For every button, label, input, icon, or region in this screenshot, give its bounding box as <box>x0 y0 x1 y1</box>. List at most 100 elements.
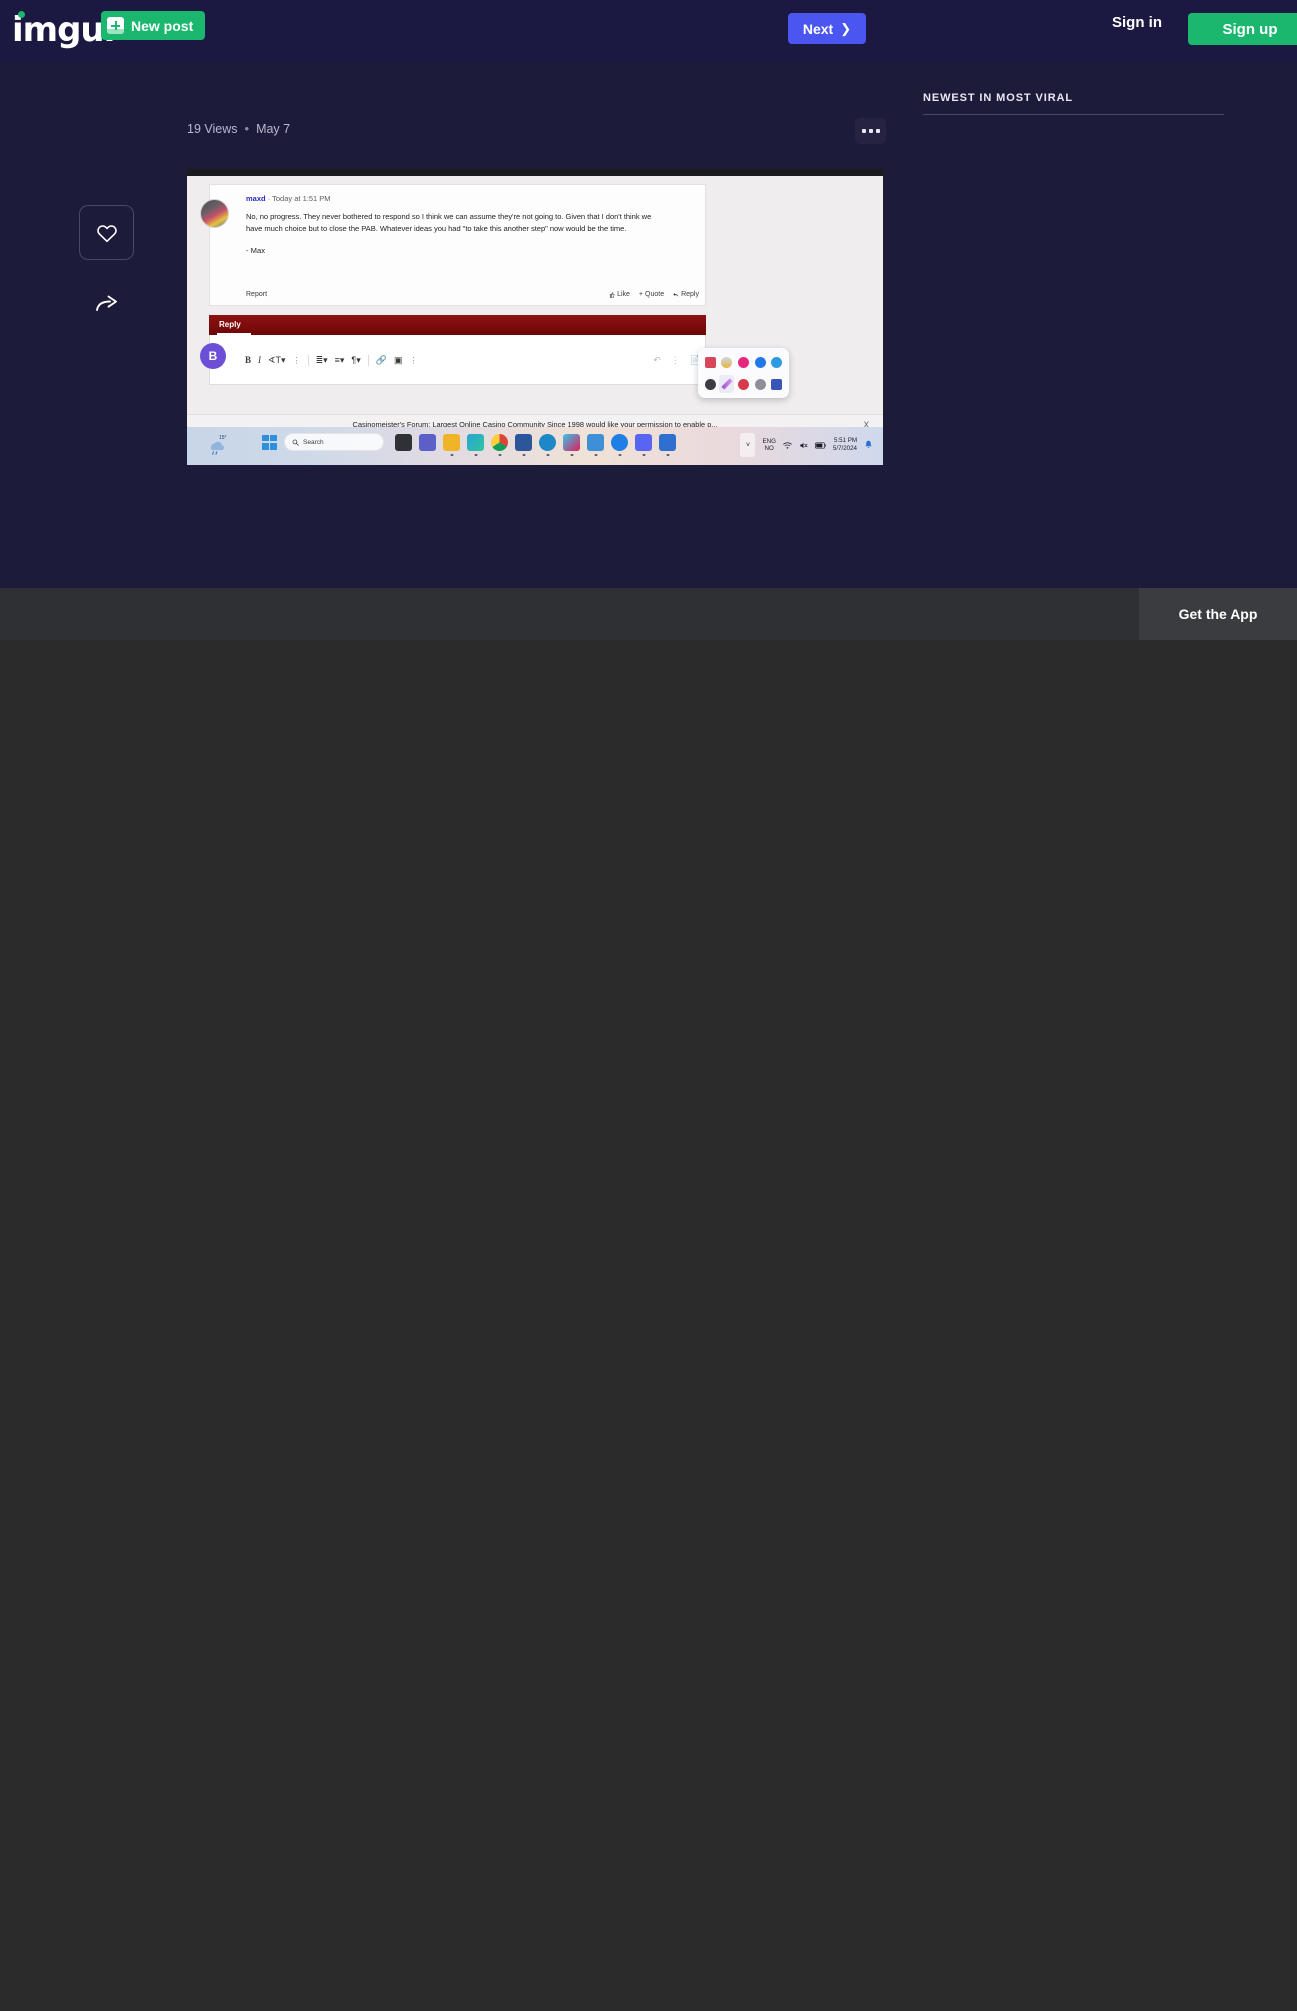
forum-timestamp: · Today at 1:51 PM <box>267 194 331 203</box>
editor-toolbar: B I ∢T▾ ⋮ ≣▾ ≡▾ ¶▾ 🔗 ▣ ⋮ ↶ ⋮ 📄 <box>245 349 701 371</box>
forum-post-header: maxd · Today at 1:51 PM <box>246 193 701 204</box>
app-launcher-panel[interactable] <box>698 348 789 398</box>
calendar-icon[interactable] <box>703 353 718 371</box>
favorite-button[interactable] <box>79 205 134 260</box>
image-icon[interactable]: ▣ <box>394 355 403 366</box>
get-app-bar: Get the App <box>0 588 1297 640</box>
forum-post-body-line-2: have much choice but to close the PAB. W… <box>246 223 627 233</box>
reply-tab-bar: Reply <box>209 315 706 335</box>
post-date: May 7 <box>256 121 291 136</box>
compass-icon[interactable] <box>539 433 556 451</box>
post-meta: 19 Views • May 7 <box>187 121 290 136</box>
sidebar-heading: NEWEST IN MOST VIRAL <box>923 92 1073 104</box>
bluetooth-icon[interactable] <box>753 353 768 371</box>
view-count: 19 Views <box>187 121 238 136</box>
word-icon[interactable] <box>515 433 532 451</box>
explorer-folder-icon[interactable] <box>443 433 460 451</box>
more-text-options-icon[interactable]: ⋮ <box>293 356 301 365</box>
new-post-button[interactable]: New post <box>101 11 206 40</box>
pen-icon[interactable] <box>719 375 735 393</box>
search-input[interactable]: Search <box>284 433 384 451</box>
windows-taskbar: 15° Search ˅ ENG NO 5:51 PM 5/7/2024 <box>187 427 883 465</box>
usb-device-icon[interactable] <box>587 433 604 451</box>
post-image[interactable]: maxd · Today at 1:51 PM No, no progress.… <box>187 169 883 465</box>
toolbar-divider <box>307 354 309 366</box>
weather-widget[interactable]: 15° <box>199 432 233 460</box>
slack-icon[interactable] <box>563 433 580 451</box>
next-button[interactable]: Next ❯ <box>788 13 866 44</box>
avatar <box>200 199 229 228</box>
sidebar-divider <box>923 114 1224 115</box>
wifi-icon[interactable] <box>783 441 792 450</box>
forum-page-body: maxd · Today at 1:51 PM No, no progress.… <box>187 176 883 434</box>
next-label: Next <box>802 20 834 37</box>
vertical-dots-icon[interactable]: ⋮ <box>671 355 680 366</box>
bold-icon[interactable]: B <box>245 355 251 365</box>
ellipsis-icon[interactable] <box>855 118 886 144</box>
link-icon[interactable]: 🔗 <box>376 355 387 366</box>
align-icon[interactable]: ≡▾ <box>335 355 345 366</box>
clock[interactable]: 5:51 PM 5/7/2024 <box>833 437 857 453</box>
app-launcher-row-1 <box>702 353 785 371</box>
plus-square-icon <box>107 17 124 34</box>
reply-button[interactable]: Reply <box>673 291 699 298</box>
messenger-icon[interactable] <box>611 433 628 451</box>
weather-temp: 15° <box>219 435 227 441</box>
file-explorer-icon[interactable] <box>395 433 412 451</box>
chrome-icon[interactable] <box>491 433 508 451</box>
chevron-right-icon: ❯ <box>840 21 852 36</box>
forum-post-card: maxd · Today at 1:51 PM No, no progress.… <box>200 184 706 306</box>
volume-mute-icon[interactable] <box>799 441 808 450</box>
sketch-icon[interactable] <box>659 433 676 451</box>
toolbar-divider <box>367 354 369 366</box>
paragraph-icon[interactable]: ¶▾ <box>351 355 360 366</box>
battery-icon[interactable] <box>814 441 826 449</box>
new-post-label: New post <box>131 17 194 34</box>
like-button[interactable]: Like <box>609 291 630 298</box>
heart-icon <box>96 224 117 242</box>
sign-up-button[interactable]: Sign up <box>1188 13 1297 45</box>
taskbar-apps <box>395 433 676 451</box>
photos-icon[interactable] <box>736 375 751 393</box>
language-indicator[interactable]: ENG NO <box>762 438 775 453</box>
font-size-icon[interactable]: ∢T▾ <box>268 355 286 366</box>
system-tray: ˅ ENG NO 5:51 PM 5/7/2024 <box>740 433 873 457</box>
reply-arrow-icon <box>673 292 679 297</box>
forum-username[interactable]: maxd <box>246 194 266 203</box>
editor-avatar: B <box>200 343 226 369</box>
get-the-app-button[interactable]: Get the App <box>1139 588 1297 640</box>
weather-icon[interactable] <box>719 353 734 371</box>
italic-icon[interactable]: I <box>258 355 261 365</box>
sign-in-button[interactable]: Sign in <box>1112 14 1162 31</box>
more-insert-options-icon[interactable]: ⋮ <box>410 356 418 365</box>
edge-icon[interactable] <box>467 433 484 451</box>
logo-dot-icon <box>18 11 25 18</box>
discord-icon[interactable] <box>635 433 652 451</box>
reply-editor[interactable]: B B I ∢T▾ ⋮ ≣▾ ≡▾ ¶▾ 🔗 ▣ ⋮ ↶ ⋮ 📄 <box>200 335 706 385</box>
bell-icon[interactable] <box>864 440 873 450</box>
bullet-list-icon[interactable]: ≣▾ <box>316 355 328 366</box>
browser-chrome-strip <box>187 169 883 176</box>
quote-button[interactable]: + Quote <box>639 291 664 298</box>
windows-start-icon[interactable] <box>262 434 277 450</box>
site-header: imgur New post Next ❯ Sign in Sign up <box>0 0 1297 63</box>
forum-post-body-line-1: No, no progress. They never bothered to … <box>246 212 652 221</box>
undo-icon[interactable]: ↶ <box>653 355 661 366</box>
cloud-icon[interactable] <box>703 375 718 393</box>
tab-reply[interactable]: Reply <box>217 315 251 335</box>
teams-icon[interactable] <box>419 433 436 451</box>
forum-post-signature: - Max <box>246 246 265 256</box>
maps-icon[interactable] <box>769 353 784 371</box>
settings-icon[interactable] <box>753 375 768 393</box>
notes-icon[interactable] <box>769 375 784 393</box>
share-arrow-icon <box>95 295 117 311</box>
app-launcher-row-2 <box>702 375 785 393</box>
plus-icon: + <box>638 291 644 298</box>
forum-post-actions: Report Like + Quote Reply <box>246 291 699 298</box>
meta-separator: • <box>244 121 250 136</box>
taskbar-center: Search <box>262 433 676 451</box>
music-icon[interactable] <box>736 353 751 371</box>
report-link[interactable]: Report <box>246 291 267 298</box>
share-button[interactable] <box>79 280 134 328</box>
chevron-up-icon[interactable]: ˅ <box>740 433 756 457</box>
